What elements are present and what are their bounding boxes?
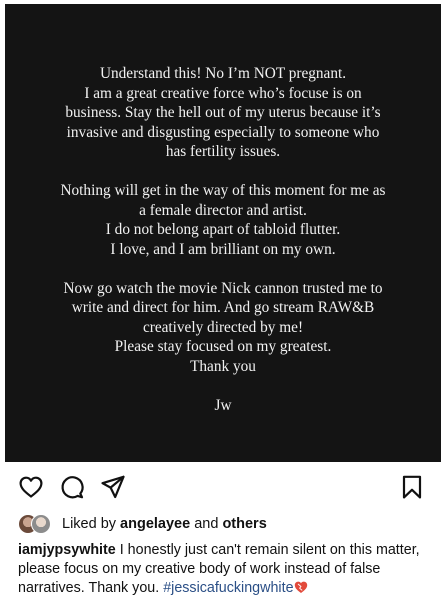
statement-line: Thank you xyxy=(190,357,256,375)
statement-line: invasive and disgusting especially to so… xyxy=(66,123,380,141)
liked-by-label: Liked by xyxy=(62,516,117,532)
like-button[interactable] xyxy=(18,474,44,500)
statement-paragraph-2: Nothing will get in the way of this mome… xyxy=(5,181,441,259)
likes-others-link[interactable]: others xyxy=(222,516,266,532)
liker-username[interactable]: angelayee xyxy=(120,516,190,532)
signature: Jw xyxy=(214,396,232,414)
save-button[interactable] xyxy=(399,474,425,500)
statement-paragraph-1: Understand this! No I’m NOT pregnant. I … xyxy=(5,64,441,162)
heart-emoji xyxy=(294,581,307,593)
statement-line: write and direct for him. And go stream … xyxy=(71,299,375,316)
caption-hashtag[interactable]: #jessicafuckingwhite xyxy=(163,580,293,596)
statement-line: business. Stay the hell out of my uterus… xyxy=(65,104,381,121)
paper-plane-icon xyxy=(101,475,125,499)
share-button[interactable] xyxy=(100,474,126,500)
action-bar xyxy=(0,470,447,504)
avatar[interactable] xyxy=(31,514,51,534)
comment-button[interactable] xyxy=(59,474,85,500)
statement-line: Now go watch the movie Nick cannon trust… xyxy=(63,279,383,297)
statement-text: Understand this! No I’m NOT pregnant. I … xyxy=(5,64,441,415)
statement-line: I am a great creative force who’s focuse… xyxy=(84,84,362,102)
liker-avatars[interactable] xyxy=(18,514,58,534)
statement-line: has fertility issues. xyxy=(165,143,281,160)
statement-line: Nothing will get in the way of this mome… xyxy=(60,182,386,199)
statement-line: I do not belong apart of tabloid flutter… xyxy=(105,221,341,238)
likes-conjunction: and xyxy=(194,516,219,532)
statement-line: Understand this! No I’m NOT pregnant. xyxy=(99,65,347,82)
caption: iamjypsywhite I honestly just can't rema… xyxy=(18,541,428,598)
post-image[interactable]: Understand this! No I’m NOT pregnant. I … xyxy=(5,4,441,462)
statement-line: Please stay focused on my greatest. xyxy=(114,338,332,355)
comment-bubble-icon xyxy=(61,476,84,499)
statement-line: a female director and artist. xyxy=(139,201,307,219)
statement-paragraph-3: Now go watch the movie Nick cannon trust… xyxy=(5,279,441,377)
caption-username[interactable]: iamjypsywhite xyxy=(18,542,116,558)
statement-line: creatively directed by me! xyxy=(142,318,304,336)
statement-line: I love, and I am brilliant on my own. xyxy=(110,240,336,258)
heart-outline-icon xyxy=(19,476,43,498)
likes-row: Liked by angelayee and others xyxy=(18,513,267,535)
bookmark-icon xyxy=(402,475,422,499)
